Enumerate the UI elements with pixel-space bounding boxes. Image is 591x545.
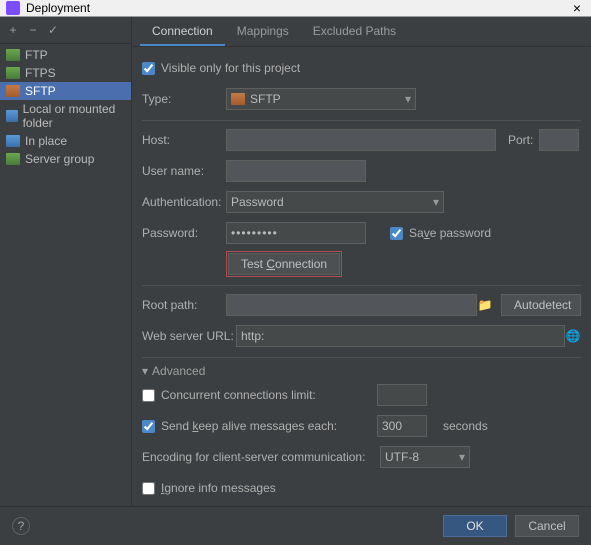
connection-form: Visible only for this project Type: SFTP… bbox=[132, 47, 591, 506]
save-password-label: Save password bbox=[409, 226, 491, 240]
tree-item-inplace[interactable]: In place bbox=[0, 132, 131, 150]
add-icon[interactable]: + bbox=[4, 21, 22, 39]
concurrent-checkbox[interactable] bbox=[142, 389, 155, 402]
save-password-checkbox[interactable] bbox=[390, 227, 403, 240]
servergroup-icon bbox=[6, 153, 20, 165]
visible-only-label: Visible only for this project bbox=[161, 61, 300, 75]
chevron-down-icon: ▾ bbox=[459, 450, 465, 464]
seconds-label: seconds bbox=[443, 419, 488, 433]
sidebar: + − ✓ FTP FTPS SFTP Loc bbox=[0, 17, 132, 506]
ok-button[interactable]: OK bbox=[443, 515, 507, 537]
tree-item-label: In place bbox=[25, 134, 67, 148]
password-label: Password: bbox=[142, 226, 226, 240]
detail-panel: Connection Mappings Excluded Paths Visib… bbox=[132, 17, 591, 506]
password-input[interactable] bbox=[226, 222, 366, 244]
tabs: Connection Mappings Excluded Paths bbox=[132, 17, 591, 47]
visible-only-checkbox[interactable] bbox=[142, 62, 155, 75]
open-browser-icon[interactable]: 🌐 bbox=[565, 328, 581, 344]
inplace-icon bbox=[6, 135, 20, 147]
window-title: Deployment bbox=[26, 1, 90, 15]
test-connection-button[interactable]: Test Connection bbox=[228, 253, 340, 275]
tree-item-local[interactable]: Local or mounted folder bbox=[0, 100, 131, 132]
tree-item-servergroup[interactable]: Server group bbox=[0, 150, 131, 168]
encoding-label: Encoding for client-server communication… bbox=[142, 450, 380, 464]
tree-item-ftps[interactable]: FTPS bbox=[0, 64, 131, 82]
type-label: Type: bbox=[142, 92, 226, 106]
ignore-info-label: Ignore info messages bbox=[161, 481, 276, 495]
local-icon bbox=[6, 110, 18, 122]
auth-label: Authentication: bbox=[142, 195, 226, 209]
tree-item-label: FTPS bbox=[25, 66, 56, 80]
concurrent-label: Concurrent connections limit: bbox=[161, 388, 371, 402]
tab-connection[interactable]: Connection bbox=[140, 17, 225, 46]
port-label: Port: bbox=[508, 133, 533, 147]
type-value: SFTP bbox=[250, 92, 281, 106]
tree-item-label: SFTP bbox=[25, 84, 56, 98]
tree-item-ftp[interactable]: FTP bbox=[0, 46, 131, 64]
user-label: User name: bbox=[142, 164, 226, 178]
sidebar-toolbar: + − ✓ bbox=[0, 17, 131, 44]
auth-select[interactable]: Password ▾ bbox=[226, 191, 444, 213]
keepalive-checkbox[interactable] bbox=[142, 420, 155, 433]
web-input[interactable] bbox=[236, 325, 565, 347]
sftp-icon bbox=[6, 85, 20, 97]
chevron-down-icon: ▾ bbox=[405, 92, 411, 106]
tree-item-sftp[interactable]: SFTP bbox=[0, 82, 131, 100]
test-connection-highlight: Test Connection bbox=[226, 251, 342, 277]
tree-item-label: Local or mounted folder bbox=[23, 102, 127, 130]
ignore-info-checkbox[interactable] bbox=[142, 482, 155, 495]
sftp-type-icon bbox=[231, 93, 245, 105]
keepalive-input[interactable] bbox=[377, 415, 427, 437]
help-button[interactable]: ? bbox=[12, 517, 30, 535]
auth-value: Password bbox=[231, 195, 284, 209]
encoding-value: UTF-8 bbox=[385, 450, 419, 464]
check-icon[interactable]: ✓ bbox=[44, 21, 62, 39]
root-label: Root path: bbox=[142, 298, 226, 312]
ftp-icon bbox=[6, 49, 20, 61]
web-label: Web server URL: bbox=[142, 329, 236, 343]
tab-mappings[interactable]: Mappings bbox=[225, 17, 301, 46]
server-tree: FTP FTPS SFTP Local or mounted folder In… bbox=[0, 44, 131, 170]
close-icon[interactable]: × bbox=[569, 0, 585, 16]
titlebar: Deployment × bbox=[0, 0, 591, 17]
chevron-down-icon: ▾ bbox=[142, 364, 148, 378]
remove-icon[interactable]: − bbox=[24, 21, 42, 39]
keepalive-label: Send keep alive messages each: bbox=[161, 419, 371, 433]
tab-excluded[interactable]: Excluded Paths bbox=[301, 17, 408, 46]
encoding-select[interactable]: UTF-8 ▾ bbox=[380, 446, 470, 468]
port-input[interactable] bbox=[539, 129, 579, 151]
app-icon bbox=[6, 1, 20, 15]
concurrent-input[interactable] bbox=[377, 384, 427, 406]
save-password-row: Save password bbox=[390, 226, 491, 240]
ftps-icon bbox=[6, 67, 20, 79]
chevron-down-icon: ▾ bbox=[433, 195, 439, 209]
tree-item-label: FTP bbox=[25, 48, 48, 62]
cancel-button[interactable]: Cancel bbox=[515, 515, 579, 537]
tree-item-label: Server group bbox=[25, 152, 94, 166]
dialog-footer: ? OK Cancel bbox=[0, 506, 591, 545]
advanced-expander[interactable]: ▾ Advanced bbox=[142, 364, 581, 378]
user-input[interactable] bbox=[226, 160, 366, 182]
type-select[interactable]: SFTP ▾ bbox=[226, 88, 416, 110]
host-input[interactable] bbox=[226, 129, 496, 151]
advanced-label: Advanced bbox=[152, 364, 205, 378]
autodetect-button[interactable]: Autodetect bbox=[501, 294, 581, 316]
folder-browse-icon[interactable]: 📁 bbox=[477, 297, 493, 313]
root-input[interactable] bbox=[226, 294, 477, 316]
host-label: Host: bbox=[142, 133, 226, 147]
